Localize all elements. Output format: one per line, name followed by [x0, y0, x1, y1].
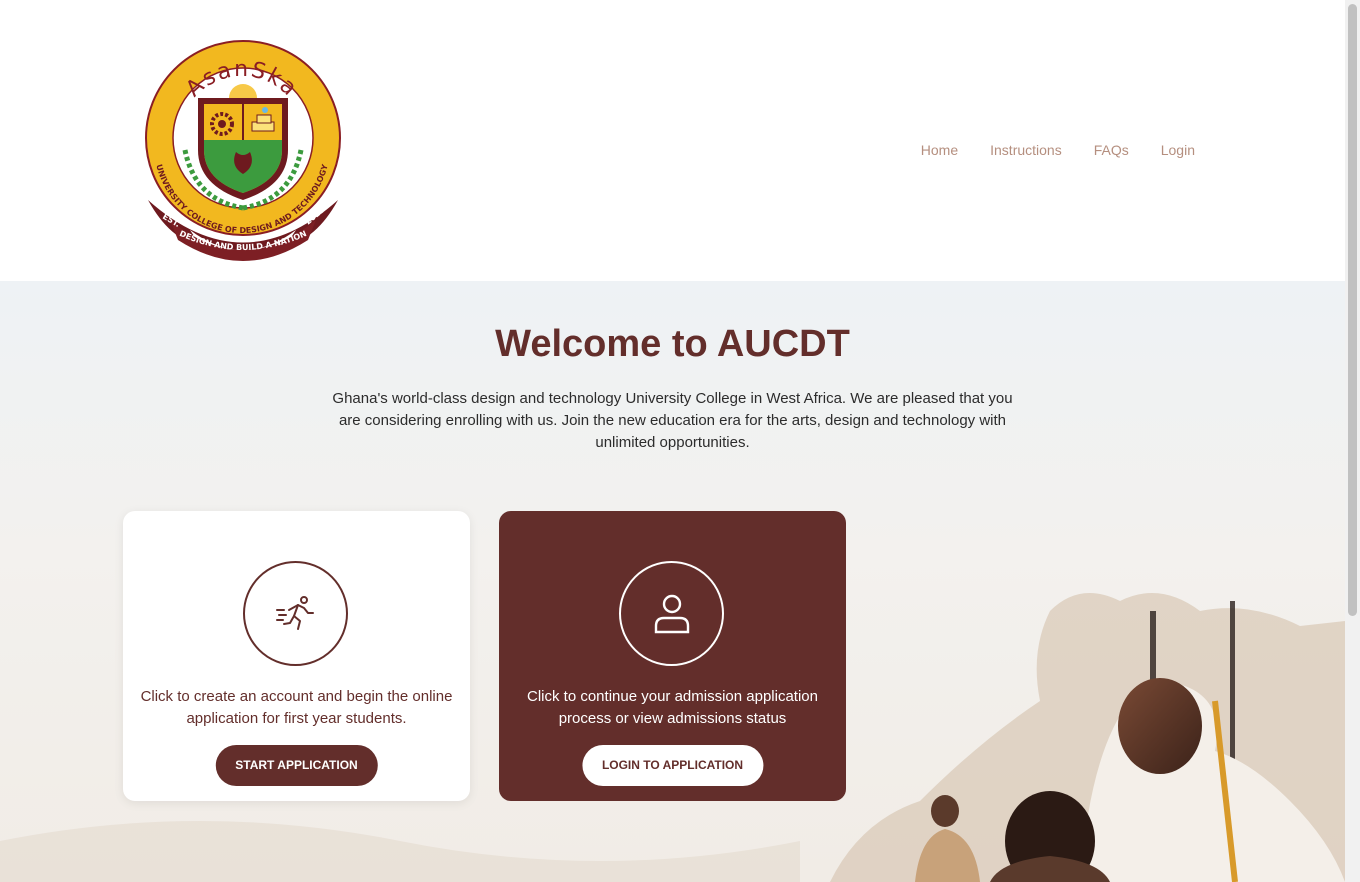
start-application-card: Click to create an account and begin the… — [123, 511, 470, 801]
start-application-button[interactable]: START APPLICATION — [215, 745, 378, 786]
nav-login[interactable]: Login — [1145, 140, 1211, 160]
nav-faqs[interactable]: FAQs — [1078, 140, 1145, 160]
scrollbar-thumb[interactable] — [1348, 4, 1357, 616]
nav-home[interactable]: Home — [905, 140, 974, 160]
page-scrollbar[interactable] — [1345, 0, 1360, 882]
page-title: Welcome to AUCDT — [495, 323, 850, 365]
aucdt-logo[interactable]: AsanSka UNIVERSITY COLLEGE OF DESIGN AND… — [140, 40, 346, 268]
hero-section: Welcome to AUCDT Ghana's world-class des… — [0, 281, 1345, 882]
site-header: AsanSka UNIVERSITY COLLEGE OF DESIGN AND… — [0, 0, 1345, 281]
main-nav: Home Instructions FAQs Login — [905, 140, 1211, 160]
running-person-icon-circle — [243, 561, 348, 666]
login-to-application-button[interactable]: LOGIN TO APPLICATION — [581, 745, 764, 786]
page: AsanSka UNIVERSITY COLLEGE OF DESIGN AND… — [0, 0, 1345, 882]
login-application-text: Click to continue your admission applica… — [527, 688, 818, 727]
user-icon-circle — [619, 561, 724, 666]
intro-text: Ghana's world-class design and technolog… — [332, 390, 1013, 451]
start-application-text: Click to create an account and begin the… — [140, 688, 453, 727]
nav-instructions[interactable]: Instructions — [974, 140, 1078, 160]
login-application-card: Click to continue your admission applica… — [499, 511, 846, 801]
running-person-icon — [275, 595, 314, 630]
user-icon — [654, 594, 689, 633]
